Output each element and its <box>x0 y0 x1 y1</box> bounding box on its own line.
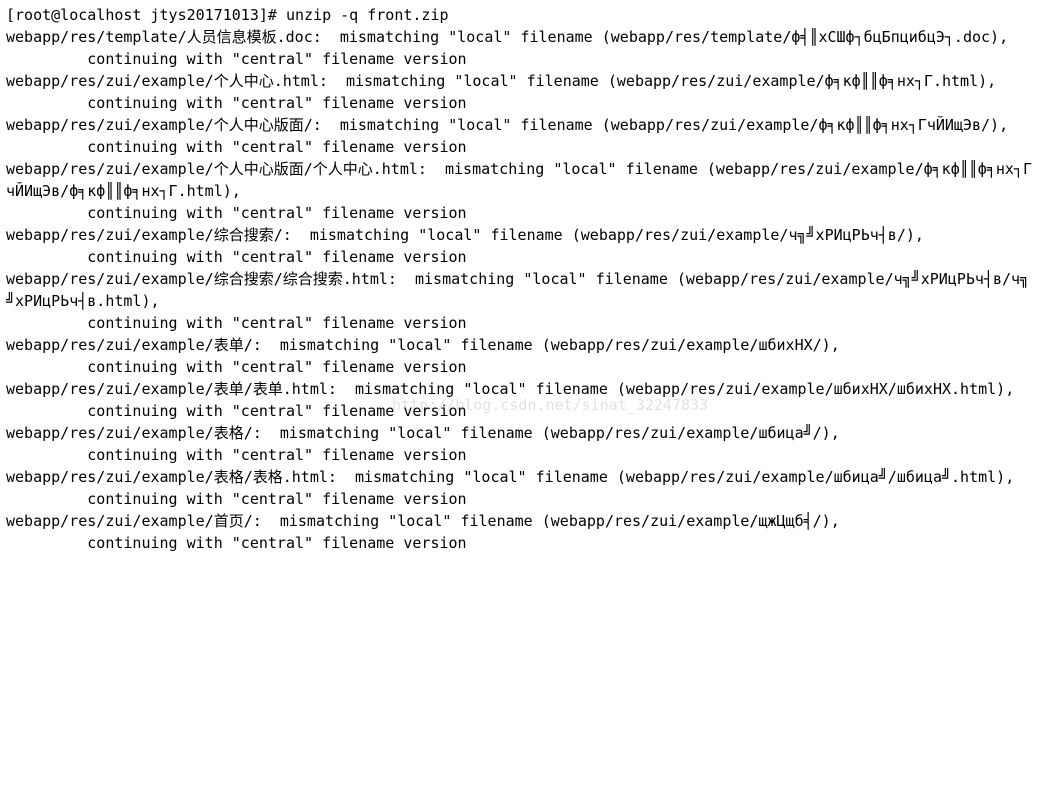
terminal-line: webapp/res/zui/example/综合搜索/综合搜索.html: m… <box>6 270 1029 310</box>
terminal-line: continuing with "central" filename versi… <box>6 358 467 376</box>
terminal-line: webapp/res/zui/example/个人中心版面/个人中心.html:… <box>6 160 1032 200</box>
terminal-line: continuing with "central" filename versi… <box>6 138 467 156</box>
terminal-line: continuing with "central" filename versi… <box>6 446 467 464</box>
terminal-line: webapp/res/zui/example/表格/表格.html: misma… <box>6 468 1014 486</box>
terminal-output: [root@localhost jtys20171013]# unzip -q … <box>0 0 1039 558</box>
terminal-line: continuing with "central" filename versi… <box>6 534 467 552</box>
terminal-line: continuing with "central" filename versi… <box>6 314 467 332</box>
terminal-line: continuing with "central" filename versi… <box>6 94 467 112</box>
terminal-line: webapp/res/zui/example/表单/表单.html: misma… <box>6 380 1014 398</box>
terminal-line: webapp/res/zui/example/表格/: mismatching … <box>6 424 840 442</box>
terminal-line: continuing with "central" filename versi… <box>6 204 467 222</box>
terminal-line: continuing with "central" filename versi… <box>6 50 467 68</box>
terminal-line: continuing with "central" filename versi… <box>6 490 467 508</box>
terminal-line: webapp/res/template/人员信息模板.doc: mismatch… <box>6 28 1008 46</box>
terminal-line: continuing with "central" filename versi… <box>6 248 467 266</box>
terminal-line: continuing with "central" filename versi… <box>6 402 467 420</box>
terminal-line: webapp/res/zui/example/首页/: mismatching … <box>6 512 840 530</box>
terminal-line: webapp/res/zui/example/综合搜索/: mismatchin… <box>6 226 924 244</box>
terminal-line: webapp/res/zui/example/个人中心.html: mismat… <box>6 72 996 90</box>
terminal-line: [root@localhost jtys20171013]# unzip -q … <box>6 6 449 24</box>
terminal-line: webapp/res/zui/example/表单/: mismatching … <box>6 336 840 354</box>
terminal-line: webapp/res/zui/example/个人中心版面/: mismatch… <box>6 116 1008 134</box>
